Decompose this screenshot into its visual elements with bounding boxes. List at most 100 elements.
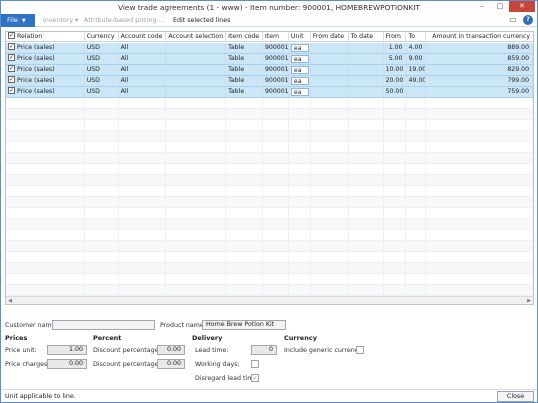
table-row[interactable]: ✓ Price (sales) USD All Table 900001 ea 10.00 19… bbox=[6, 65, 533, 76]
cell-from[interactable]: 20.00 bbox=[384, 76, 407, 86]
cell-account-code[interactable]: All bbox=[119, 87, 167, 97]
cell-from-date[interactable] bbox=[311, 76, 349, 86]
column-header-to-date[interactable]: To date bbox=[349, 32, 384, 42]
cell-account-code[interactable]: All bbox=[119, 54, 167, 64]
cell-from-date[interactable] bbox=[311, 87, 349, 97]
cell-from[interactable]: 5.00 bbox=[384, 54, 407, 64]
cell-currency[interactable]: USD bbox=[85, 76, 119, 86]
cell-item-code[interactable]: Table bbox=[226, 65, 263, 75]
cell-relation[interactable]: ✓ Price (sales) bbox=[6, 76, 85, 86]
column-header-amount[interactable]: Amount in transaction currency bbox=[426, 32, 533, 42]
cell-unit[interactable]: ea bbox=[289, 76, 311, 86]
help-icon[interactable]: ? bbox=[523, 15, 533, 25]
cell-item[interactable]: 900001 bbox=[263, 65, 289, 75]
discount-percentage-2-field[interactable]: 0.00 bbox=[157, 359, 185, 369]
lead-time-field[interactable]: 0 bbox=[251, 345, 277, 355]
column-header-to[interactable]: To bbox=[406, 32, 427, 42]
cell-amount[interactable]: 889.00 bbox=[426, 43, 533, 53]
include-generic-currency-checkbox[interactable] bbox=[356, 346, 364, 354]
discount-percentage-1-field[interactable]: 0.00 bbox=[157, 345, 185, 355]
cell-relation[interactable]: ✓ Price (sales) bbox=[6, 54, 85, 64]
close-button[interactable]: Close bbox=[497, 391, 534, 402]
cell-amount[interactable]: 799.00 bbox=[426, 76, 533, 86]
working-days-checkbox[interactable] bbox=[251, 360, 259, 368]
cell-item-code[interactable]: Table bbox=[226, 76, 263, 86]
cell-item[interactable]: 900001 bbox=[263, 76, 289, 86]
cell-from-date[interactable] bbox=[311, 54, 349, 64]
cell-item[interactable]: 900001 bbox=[263, 43, 289, 53]
product-name-field[interactable]: Home Brew Potion Kit bbox=[202, 320, 286, 330]
cell-to[interactable]: 9.00 bbox=[407, 54, 427, 64]
cell-to-date[interactable] bbox=[349, 43, 384, 53]
cell-to-date[interactable] bbox=[349, 76, 384, 86]
cell-item[interactable]: 900001 bbox=[263, 87, 289, 97]
cell-item[interactable]: 900001 bbox=[263, 54, 289, 64]
cell-item-code[interactable]: Table bbox=[226, 87, 263, 97]
cell-account-code[interactable]: All bbox=[119, 43, 167, 53]
cell-amount[interactable]: 829.00 bbox=[426, 65, 533, 75]
scroll-right-icon[interactable]: ▶ bbox=[525, 297, 533, 304]
cell-from-date[interactable] bbox=[311, 65, 349, 75]
cell-from[interactable]: 50.00 bbox=[384, 87, 407, 97]
cell-unit[interactable]: ea bbox=[289, 87, 311, 97]
price-unit-field[interactable]: 1.00 bbox=[47, 345, 87, 355]
unit-field[interactable]: ea bbox=[290, 44, 309, 52]
column-header-item-code[interactable]: Item code bbox=[226, 32, 263, 42]
horizontal-scrollbar[interactable]: ◀ ▶ bbox=[6, 296, 533, 304]
column-header-currency[interactable]: Currency bbox=[85, 32, 119, 42]
cell-account-selection[interactable] bbox=[166, 43, 227, 53]
cell-to-date[interactable] bbox=[349, 65, 384, 75]
row-checkbox[interactable]: ✓ bbox=[8, 43, 15, 50]
cell-account-selection[interactable] bbox=[166, 65, 227, 75]
row-checkbox[interactable]: ✓ bbox=[8, 87, 15, 94]
cell-currency[interactable]: USD bbox=[85, 65, 119, 75]
cell-item-code[interactable]: Table bbox=[226, 43, 263, 53]
cell-amount[interactable]: 759.00 bbox=[426, 87, 533, 97]
cell-to-date[interactable] bbox=[349, 87, 384, 97]
cell-from[interactable]: 1.00 bbox=[384, 43, 407, 53]
file-menu-button[interactable]: File ▼ bbox=[1, 14, 35, 27]
cell-account-code[interactable]: All bbox=[119, 65, 167, 75]
column-header-account-code[interactable]: Account code bbox=[119, 32, 167, 42]
attribute-based-pricing-menu[interactable]: Attribute-based pricing ... bbox=[84, 14, 165, 27]
select-all-checkbox[interactable]: ✓ bbox=[8, 32, 15, 39]
cell-unit[interactable]: ea bbox=[289, 43, 311, 53]
cell-to[interactable]: 4.00 bbox=[407, 43, 427, 53]
cell-to[interactable] bbox=[407, 87, 427, 97]
row-checkbox[interactable]: ✓ bbox=[8, 65, 15, 72]
cell-relation[interactable]: ✓ Price (sales) bbox=[6, 65, 85, 75]
cell-account-code[interactable]: All bbox=[119, 76, 167, 86]
cell-amount[interactable]: 859.00 bbox=[426, 54, 533, 64]
column-header-account-selection[interactable]: Account selection bbox=[166, 32, 227, 42]
cell-from[interactable]: 10.00 bbox=[384, 65, 407, 75]
unit-field[interactable]: ea bbox=[290, 66, 309, 74]
table-row[interactable]: ✓ Price (sales) USD All Table 900001 ea 20.00 49… bbox=[6, 76, 533, 87]
price-charges-field[interactable]: 0.00 bbox=[47, 359, 87, 369]
cell-currency[interactable]: USD bbox=[85, 43, 119, 53]
cell-currency[interactable]: USD bbox=[85, 54, 119, 64]
row-checkbox[interactable]: ✓ bbox=[8, 76, 15, 83]
column-header-from-date[interactable]: From date bbox=[311, 32, 349, 42]
edit-selected-lines-button[interactable]: Edit selected lines bbox=[173, 14, 230, 27]
column-header-relation[interactable]: ✓ Relation bbox=[6, 32, 85, 42]
close-window-button[interactable]: ✕ bbox=[509, 1, 535, 12]
cell-to[interactable]: 49.00 bbox=[407, 76, 427, 86]
unit-field[interactable]: ea bbox=[290, 55, 309, 63]
table-row[interactable]: ✓ Price (sales) USD All Table 900001 ea 50.00 75… bbox=[6, 87, 533, 98]
unit-field[interactable]: ea bbox=[290, 77, 309, 85]
disregard-lead-time-checkbox[interactable]: ✓ bbox=[251, 374, 259, 382]
row-checkbox[interactable]: ✓ bbox=[8, 54, 15, 61]
table-row[interactable]: ✓ Price (sales) USD All Table 900001 ea 5.00 9.0… bbox=[6, 54, 533, 65]
maximize-button[interactable]: □ bbox=[491, 1, 509, 12]
panel-icon[interactable]: ▭ bbox=[508, 15, 518, 25]
cell-item-code[interactable]: Table bbox=[226, 54, 263, 64]
column-header-item[interactable]: Item bbox=[263, 32, 289, 42]
scroll-left-icon[interactable]: ◀ bbox=[6, 297, 14, 304]
table-row[interactable]: ✓ Price (sales) USD All Table 900001 ea 1.00 4.0… bbox=[6, 43, 533, 54]
cell-account-selection[interactable] bbox=[166, 54, 227, 64]
customer-name-field[interactable] bbox=[52, 320, 155, 330]
cell-relation[interactable]: ✓ Price (sales) bbox=[6, 87, 85, 97]
cell-to[interactable]: 19.00 bbox=[407, 65, 427, 75]
cell-currency[interactable]: USD bbox=[85, 87, 119, 97]
cell-unit[interactable]: ea bbox=[289, 54, 311, 64]
